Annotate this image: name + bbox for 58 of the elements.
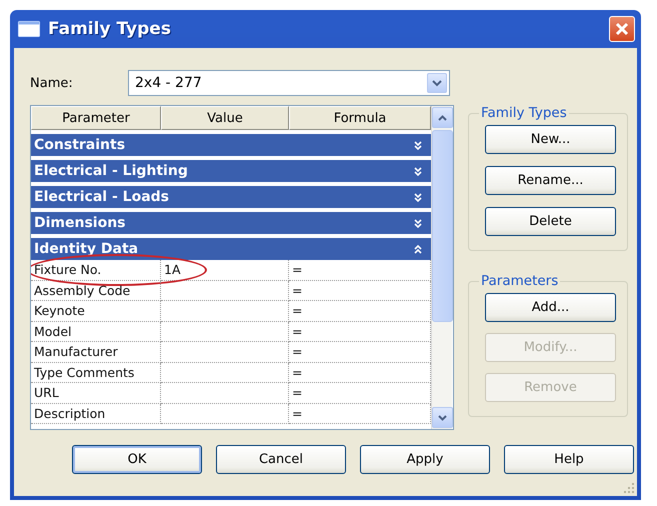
chevron-down-icon (432, 80, 442, 86)
group-header[interactable]: Electrical - Lighting (31, 160, 431, 182)
group-label: Constraints (34, 137, 126, 153)
group-header[interactable]: Constraints (31, 134, 431, 156)
close-button[interactable] (609, 16, 635, 42)
group-title: Family Types (480, 105, 568, 121)
resize-grip-icon[interactable] (623, 482, 635, 494)
value-cell[interactable] (161, 404, 289, 424)
value-cell[interactable] (161, 342, 289, 362)
parameter-cell: Description (31, 404, 161, 424)
parameter-cell: URL (31, 383, 161, 404)
value-cell[interactable] (161, 383, 289, 404)
group-label: Electrical - Lighting (34, 163, 188, 179)
column-header[interactable]: Value (161, 106, 289, 130)
value-cell[interactable] (161, 362, 289, 383)
side-button[interactable]: New... (485, 125, 616, 154)
scroll-down-button[interactable] (432, 407, 452, 428)
group-header[interactable]: Dimensions (31, 212, 431, 234)
scroll-thumb[interactable] (432, 130, 452, 322)
parameter-cell: Type Comments (31, 362, 161, 383)
value-cell[interactable] (161, 280, 289, 301)
window-icon (18, 21, 40, 37)
expand-chevron-icon[interactable] (413, 217, 423, 229)
value-cell[interactable] (161, 322, 289, 342)
expand-chevron-icon[interactable] (413, 139, 423, 151)
parameter-cell: Keynote (31, 301, 161, 322)
name-dropdown[interactable]: 2x4 - 277 (128, 70, 450, 96)
close-icon (615, 22, 629, 36)
dialog-button[interactable]: Cancel (216, 445, 346, 474)
name-label: Name: (30, 76, 74, 90)
scroll-up-button[interactable] (432, 107, 452, 128)
column-header[interactable]: Formula (289, 106, 431, 130)
dialog-button[interactable]: Help (504, 445, 634, 474)
parameter-cell: Assembly Code (31, 280, 161, 301)
scrollbar[interactable] (431, 106, 452, 429)
collapse-chevron-icon[interactable] (413, 243, 423, 255)
side-button[interactable]: Delete (485, 207, 616, 236)
parameter-cell: Model (31, 322, 161, 342)
parameter-cell: Manufacturer (31, 342, 161, 362)
parameter-cell: Fixture No. (31, 260, 161, 280)
group-header[interactable]: Electrical - Loads (31, 186, 431, 208)
group-label: Dimensions (34, 215, 126, 231)
side-button[interactable]: Rename... (485, 166, 616, 195)
dialog-button[interactable]: OK (72, 445, 202, 474)
chevron-down-icon (438, 414, 446, 420)
group-label: Electrical - Loads (34, 189, 169, 205)
column-header[interactable]: Parameter (31, 106, 161, 130)
group-header[interactable]: Identity Data (31, 238, 431, 260)
side-button[interactable]: Add... (485, 293, 616, 322)
dialog-button[interactable]: Apply (360, 445, 490, 474)
expand-chevron-icon[interactable] (413, 165, 423, 177)
value-cell[interactable] (161, 301, 289, 322)
group-label: Identity Data (34, 241, 138, 257)
window-title: Family Types (48, 19, 172, 39)
group-title: Parameters (480, 273, 560, 289)
expand-chevron-icon[interactable] (413, 191, 423, 203)
value-cell[interactable]: 1A (161, 260, 289, 280)
chevron-up-icon (438, 114, 446, 120)
